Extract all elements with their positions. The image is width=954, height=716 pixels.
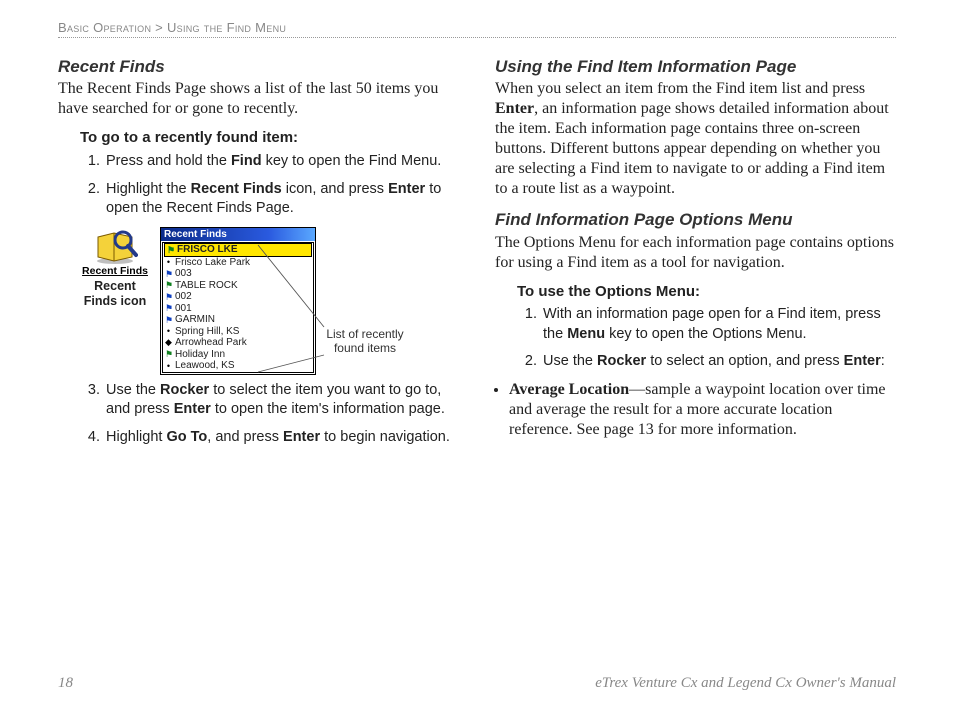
device-item-text: 003 [175, 268, 192, 280]
device-item-text: TABLE ROCK [175, 280, 238, 292]
running-head-right: Using the Find Menu [167, 20, 286, 35]
step-text: icon, and press [282, 181, 388, 197]
step-bold: Menu [567, 326, 605, 342]
step-bold: Enter [283, 429, 320, 445]
device-list-item: ⚑001 [163, 303, 313, 315]
running-head-left: Basic Operation [58, 20, 151, 35]
step-bold: Enter [844, 353, 881, 369]
device-item-text: FRISCO LKE [177, 244, 238, 256]
list-item: Highlight the Recent Finds icon, and pre… [104, 180, 459, 219]
device-item-text: Holiday Inn [175, 349, 225, 361]
step-bold: Enter [174, 401, 211, 417]
device-list-item: •Frisco Lake Park [163, 257, 313, 269]
device-list-item: ⚑TABLE ROCK [163, 280, 313, 292]
device-list: ⚑FRISCO LKE•Frisco Lake Park⚑003⚑TABLE R… [162, 242, 314, 373]
list-item: Press and hold the Find key to open the … [104, 152, 459, 172]
instruction-block-recent: To go to a recently found item: Press an… [80, 129, 459, 447]
bullet-bold: Average Location [509, 381, 629, 398]
body-text: , an information page shows detailed inf… [495, 100, 889, 197]
heading-info-page: Using the Find Item Information Page [495, 56, 896, 77]
step-bold: Rocker [160, 382, 209, 398]
right-column: Using the Find Item Information Page Whe… [495, 50, 896, 455]
step-text: Press and hold the [106, 153, 231, 169]
device-screenshot: Recent Finds ⚑FRISCO LKE•Frisco Lake Par… [160, 227, 316, 375]
running-head: Basic Operation > Using the Find Menu [58, 20, 896, 35]
step-bold: Go To [166, 429, 207, 445]
manual-title: eTrex Venture Cx and Legend Cx Owner's M… [595, 675, 896, 692]
para-recent-finds: The Recent Finds Page shows a list of th… [58, 79, 459, 119]
step-bold: Rocker [597, 353, 646, 369]
step-bold: Enter [388, 181, 425, 197]
step-text: to open the item's information page. [211, 401, 445, 417]
page-content: Basic Operation > Using the Find Menu Re… [58, 20, 896, 688]
steps-options: With an information page open for a Find… [517, 305, 896, 372]
page-footer: 18 eTrex Venture Cx and Legend Cx Owner'… [58, 675, 896, 692]
instruction-heading-recent: To go to a recently found item: [80, 129, 459, 148]
step-text: to begin navigation. [320, 429, 450, 445]
body-bold: Enter [495, 100, 534, 117]
device-item-text: Leawood, KS [175, 360, 235, 372]
list-item: With an information page open for a Find… [541, 305, 896, 344]
callout-text: List of recently found items [326, 327, 404, 356]
list-item: Use the Rocker to select the item you wa… [104, 381, 459, 420]
header-rule [58, 37, 896, 38]
body-text: When you select an item from the Find it… [495, 80, 865, 97]
device-list-item: •Spring Hill, KS [163, 326, 313, 338]
recent-finds-icon-label: Recent Finds [80, 265, 150, 278]
step-bold: Recent Finds [191, 181, 282, 197]
options-bullets: Average Location—sample a waypoint locat… [495, 380, 896, 440]
device-title-bar: Recent Finds [161, 228, 315, 242]
step-text: : [881, 353, 885, 369]
step-text: key to open the Options Menu. [605, 326, 807, 342]
list-item: Highlight Go To, and press Enter to begi… [104, 428, 459, 448]
recent-finds-icon-caption: Recent Finds icon [80, 279, 150, 309]
device-list-item: ⚑002 [163, 291, 313, 303]
heading-options-menu: Find Information Page Options Menu [495, 209, 896, 230]
step-text: Use the [106, 382, 160, 398]
instruction-block-options: To use the Options Menu: With an informa… [517, 283, 896, 372]
list-item: Average Location—sample a waypoint locat… [509, 380, 896, 440]
step-text: to select an option, and press [646, 353, 844, 369]
step-text: Use the [543, 353, 597, 369]
para-info-page: When you select an item from the Find it… [495, 79, 896, 199]
step-text: Highlight [106, 429, 166, 445]
instruction-heading-options: To use the Options Menu: [517, 283, 896, 302]
recent-finds-icon [92, 227, 138, 265]
device-list-item: ⚑FRISCO LKE [164, 243, 312, 257]
figure-icon-column: Recent Finds Recent Finds icon [80, 227, 150, 310]
figure-recent-finds: Recent Finds Recent Finds icon Recent Fi… [80, 227, 459, 375]
device-item-text: Arrowhead Park [175, 337, 247, 349]
left-column: Recent Finds The Recent Finds Page shows… [58, 50, 459, 455]
steps-recent-1-2: Press and hold the Find key to open the … [80, 152, 459, 219]
device-item-text: 001 [175, 303, 192, 315]
device-list-item: ⚑003 [163, 268, 313, 280]
device-item-text: Spring Hill, KS [175, 326, 239, 338]
device-item-text: Frisco Lake Park [175, 257, 250, 269]
step-bold: Find [231, 153, 262, 169]
steps-recent-3-4: Use the Rocker to select the item you wa… [80, 381, 459, 448]
para-options-menu: The Options Menu for each information pa… [495, 233, 896, 273]
device-item-text: GARMIN [175, 314, 215, 326]
two-column-layout: Recent Finds The Recent Finds Page shows… [58, 50, 896, 455]
device-list-item: •Leawood, KS [163, 360, 313, 372]
device-list-item: ⚑Holiday Inn [163, 349, 313, 361]
step-text: , and press [207, 429, 283, 445]
device-list-item: ⚑GARMIN [163, 314, 313, 326]
step-text: Highlight the [106, 181, 191, 197]
page-number: 18 [58, 675, 73, 692]
heading-recent-finds: Recent Finds [58, 56, 459, 77]
running-head-sep: > [151, 20, 167, 35]
device-list-item: ◆Arrowhead Park [163, 337, 313, 349]
device-item-text: 002 [175, 291, 192, 303]
step-text: key to open the Find Menu. [262, 153, 442, 169]
list-item: Use the Rocker to select an option, and … [541, 352, 896, 372]
